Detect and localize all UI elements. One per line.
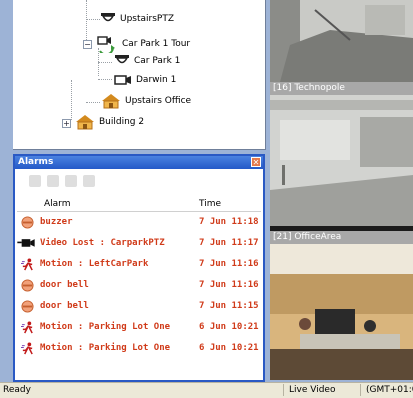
- alarms-toolbar: [15, 169, 263, 193]
- column-time[interactable]: Time: [199, 199, 221, 209]
- video-tile-label: [16] Technopole: [270, 82, 413, 95]
- alarm-row[interactable]: Motion : LeftCarPark 7 Jun 11:16: [17, 255, 261, 275]
- alarm-text: door bell: [40, 280, 89, 290]
- bell-icon: [21, 300, 34, 313]
- tree-item-building-2[interactable]: Building 2: [75, 113, 144, 131]
- alarm-row[interactable]: buzzer 7 Jun 11:18: [17, 213, 261, 233]
- bell-icon: [21, 279, 34, 292]
- tree-item-car-park-1-tour[interactable]: Car Park 1 Tour: [96, 35, 190, 53]
- status-mode: Live Video: [289, 385, 336, 395]
- alarm-time: 6 Jun 10:21: [199, 343, 259, 353]
- collapse-toggle[interactable]: −: [83, 40, 92, 49]
- camera-tour-icon: [97, 36, 115, 53]
- alarm-row[interactable]: Motion : Parking Lot One 6 Jun 10:21: [17, 318, 261, 338]
- tree-item-label: UpstairsPTZ: [120, 14, 175, 24]
- alarm-text: door bell: [40, 301, 89, 311]
- alarm-text: Motion : LeftCarPark: [40, 259, 149, 269]
- fixed-camera-icon: [114, 75, 131, 85]
- acknowledge-icon[interactable]: [29, 175, 41, 187]
- dome-camera-icon: [115, 55, 129, 64]
- video-feed-image: [270, 95, 413, 226]
- close-icon[interactable]: ✕: [251, 157, 261, 167]
- alarm-text: Motion : Parking Lot One: [40, 343, 171, 353]
- tree-item-upstairsptz[interactable]: UpstairsPTZ: [100, 10, 174, 28]
- tree-item-label: Darwin 1: [136, 75, 177, 85]
- ptz-camera-icon: [101, 13, 115, 22]
- alarms-panel: Alarms ✕ Alarm Time buzzer 7 Jun 11:18 V…: [13, 154, 265, 382]
- tree-item-car-park-1[interactable]: Car Park 1: [114, 52, 180, 70]
- alarms-column-header: Alarm Time: [17, 197, 261, 212]
- grid-icon[interactable]: [65, 175, 77, 187]
- status-separator: [283, 384, 284, 396]
- alarms-title: Alarms: [18, 157, 54, 167]
- video-feed-image: [270, 0, 413, 82]
- motion-icon: [21, 342, 33, 355]
- alarm-time: 6 Jun 10:21: [199, 322, 259, 332]
- alarm-text: buzzer: [40, 217, 73, 227]
- alarm-time: 7 Jun 11:18: [199, 217, 259, 227]
- lock-icon[interactable]: [47, 175, 59, 187]
- alarm-row[interactable]: door bell 7 Jun 11:15: [17, 297, 261, 317]
- bell-icon: [21, 216, 34, 229]
- alarm-row[interactable]: door bell 7 Jun 11:16: [17, 276, 261, 296]
- video-lost-icon: [17, 239, 35, 247]
- tree-item-label: Car Park 1 Tour: [122, 39, 191, 49]
- video-feed-image: [270, 244, 413, 380]
- alarms-title-bar: Alarms ✕: [15, 156, 263, 169]
- tree-item-upstairs-office[interactable]: Upstairs Office: [101, 92, 191, 110]
- video-tile[interactable]: [270, 0, 413, 82]
- tree-item-label: Building 2: [99, 117, 145, 127]
- tree-item-label: Car Park 1: [134, 56, 181, 66]
- alarm-text: Motion : Parking Lot One: [40, 322, 171, 332]
- camera-icon[interactable]: [83, 175, 95, 187]
- motion-icon: [21, 321, 33, 334]
- alarm-row[interactable]: Video Lost : CarparkPTZ 7 Jun 11:17: [17, 234, 261, 254]
- alarm-text: Video Lost : CarparkPTZ: [40, 238, 165, 248]
- alarm-time: 7 Jun 11:15: [199, 301, 259, 311]
- alarm-time: 7 Jun 11:16: [199, 259, 259, 269]
- expand-toggle[interactable]: +: [62, 119, 71, 128]
- building-icon: [102, 94, 120, 109]
- alarm-row[interactable]: Motion : Parking Lot One 6 Jun 10:21: [17, 339, 261, 359]
- status-timezone: (GMT+01:0: [366, 385, 413, 395]
- video-wall: [16] Technopole [21] OfficeArea: [270, 0, 413, 380]
- alarm-time: 7 Jun 11:17: [199, 238, 259, 248]
- tree-item-label: Upstairs Office: [125, 96, 192, 106]
- status-bar: Ready Live Video (GMT+01:0: [0, 382, 413, 398]
- motion-icon: [21, 258, 33, 271]
- video-tile[interactable]: [270, 244, 413, 380]
- video-tile[interactable]: [270, 95, 413, 226]
- status-separator: [360, 384, 361, 396]
- building-icon: [76, 115, 94, 130]
- status-ready: Ready: [3, 385, 31, 395]
- column-alarm[interactable]: Alarm: [44, 199, 70, 209]
- device-tree: UpstairsPTZ − Car Park 1 Tour Car Park 1…: [13, 0, 266, 150]
- video-tile-label: [21] OfficeArea: [270, 231, 413, 244]
- tree-item-darwin-1[interactable]: Darwin 1: [114, 71, 176, 89]
- alarm-time: 7 Jun 11:16: [199, 280, 259, 290]
